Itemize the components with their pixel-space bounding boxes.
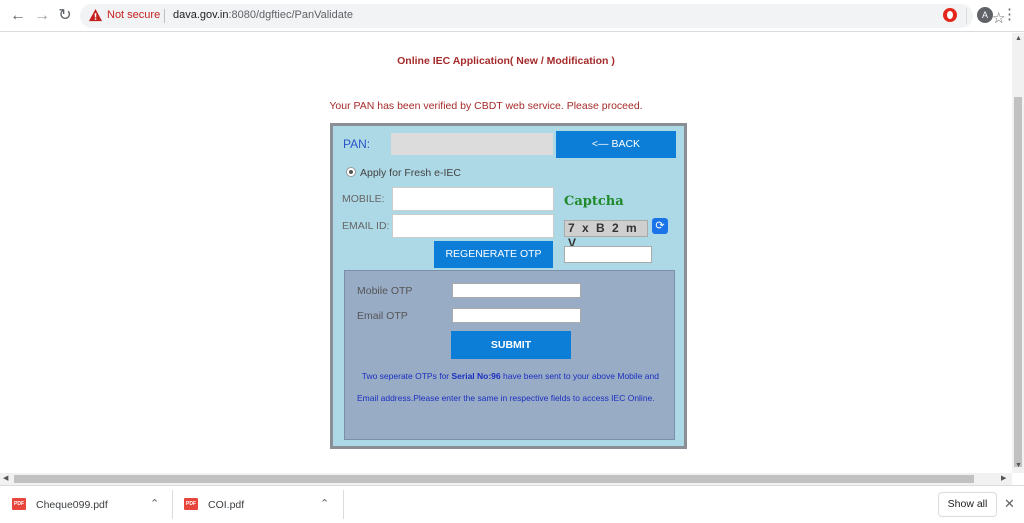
otp-panel: Mobile OTP Email OTP SUBMIT Two seperate… <box>344 270 675 440</box>
captcha-input[interactable] <box>564 246 652 263</box>
captcha-title: Captcha <box>564 194 624 209</box>
vertical-scrollbar[interactable]: ▲ ▼ <box>1012 33 1024 473</box>
horizontal-scrollbar[interactable]: ◀ ▶ <box>0 473 1012 485</box>
captcha-refresh-icon[interactable]: ⟳ <box>652 218 668 234</box>
url-host: dava.gov.in <box>173 9 229 21</box>
download-item[interactable]: PDF COI.pdf ⌃ <box>184 486 344 523</box>
download-item[interactable]: PDF Cheque099.pdf ⌃ <box>12 486 172 523</box>
downloads-bar: PDF Cheque099.pdf ⌃ PDF COI.pdf ⌃ Show a… <box>0 485 1024 522</box>
captcha-image: 7 x B 2 m V <box>564 220 648 250</box>
security-status[interactable]: Not secure <box>107 9 160 21</box>
chevron-up-icon[interactable]: ⌃ <box>150 497 159 510</box>
pan-field[interactable] <box>391 133 553 155</box>
mobile-input[interactable] <box>392 187 554 211</box>
back-arrow-icon[interactable]: ← <box>8 6 28 26</box>
address-bar[interactable]: Not secure dava.gov.in:8080/dgftiec/PanV… <box>80 4 1005 28</box>
opera-extension-icon[interactable] <box>943 8 957 22</box>
email-otp-label: Email OTP <box>357 310 408 322</box>
omnibox-divider <box>164 9 165 23</box>
verification-message: Your PAN has been verified by CBDT web s… <box>329 100 643 112</box>
mobile-otp-input[interactable] <box>452 283 581 298</box>
scroll-up-icon[interactable]: ▲ <box>1015 35 1022 42</box>
pdf-icon: PDF <box>184 498 198 510</box>
show-all-button[interactable]: Show all <box>938 492 997 517</box>
submit-button[interactable]: SUBMIT <box>451 331 571 359</box>
url-path: :8080/dgftiec/PanValidate <box>228 9 354 21</box>
scroll-left-icon[interactable]: ◀ <box>3 474 8 482</box>
serial-number: Serial No:96 <box>451 371 501 381</box>
email-input[interactable] <box>392 214 554 238</box>
horizontal-scroll-thumb[interactable] <box>14 475 974 483</box>
fresh-iec-option[interactable]: Apply for Fresh e-IEC <box>346 166 461 179</box>
email-otp-input[interactable] <box>452 308 581 323</box>
browser-toolbar: ← → ↻ Not secure dava.gov.in:8080/dgftie… <box>0 0 1024 32</box>
regenerate-otp-button[interactable]: REGENERATE OTP <box>434 241 553 268</box>
email-label: EMAIL ID: <box>342 220 390 232</box>
warning-triangle-icon <box>88 8 103 22</box>
download-divider <box>343 490 344 519</box>
reload-icon[interactable]: ↻ <box>55 6 75 26</box>
radio-selected-icon[interactable] <box>346 167 356 177</box>
radio-label: Apply for Fresh e-IEC <box>360 167 461 179</box>
url-text[interactable]: dava.gov.in:8080/dgftiec/PanValidate <box>173 9 353 21</box>
profile-avatar[interactable]: A <box>977 7 993 23</box>
back-button[interactable]: <— BACK <box>556 131 676 158</box>
mobile-otp-label: Mobile OTP <box>357 285 413 297</box>
scroll-down-icon[interactable]: ▼ <box>1015 462 1022 469</box>
mobile-label: MOBILE: <box>342 193 385 205</box>
page-content: Online IEC Application( New / Modificati… <box>0 33 1012 473</box>
menu-dots-icon[interactable]: ⋮ <box>1002 5 1017 23</box>
otp-sent-message: Two seperate OTPs for Serial No:96 have … <box>357 365 667 409</box>
pan-label: PAN: <box>343 137 371 151</box>
iec-form: PAN: <— BACK Apply for Fresh e-IEC MOBIL… <box>330 123 687 449</box>
scroll-right-icon[interactable]: ▶ <box>1001 474 1006 482</box>
vertical-scroll-thumb[interactable] <box>1014 97 1022 467</box>
download-filename: COI.pdf <box>208 499 245 511</box>
otp-message-start: Two seperate OTPs for <box>361 371 452 381</box>
toolbar-divider <box>966 8 967 24</box>
pdf-icon: PDF <box>12 498 26 510</box>
forward-arrow-icon[interactable]: → <box>32 6 52 26</box>
close-icon[interactable]: ✕ <box>1004 496 1015 512</box>
chevron-up-icon[interactable]: ⌃ <box>320 497 329 510</box>
download-filename: Cheque099.pdf <box>36 499 108 511</box>
page-title: Online IEC Application( New / Modificati… <box>397 55 615 67</box>
download-divider <box>172 490 173 519</box>
